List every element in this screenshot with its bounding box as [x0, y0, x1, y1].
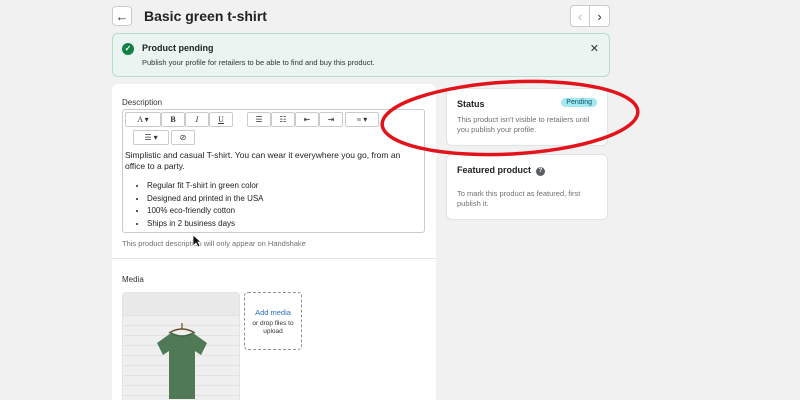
list-item: 100% eco-friendly cotton: [147, 205, 422, 218]
clear-format-button[interactable]: ⊘: [171, 130, 195, 145]
numbered-list-button[interactable]: ☷: [271, 112, 295, 127]
status-text: This product isn't visible to retailers …: [457, 115, 590, 134]
featured-title-text: Featured product: [457, 165, 532, 175]
previous-product-button[interactable]: ‹: [570, 5, 590, 27]
align-dropdown-button[interactable]: ≡ ▾: [345, 112, 379, 127]
question-circle-icon[interactable]: ?: [536, 167, 546, 176]
close-icon[interactable]: ✕: [590, 42, 599, 55]
back-button[interactable]: ←: [112, 6, 132, 26]
description-paragraph: Simplistic and casual T-shirt. You can w…: [125, 150, 401, 171]
chevron-left-icon: ‹: [577, 8, 583, 24]
status-card: Status Pending This product isn't visibl…: [446, 88, 608, 146]
description-help-text: This product description will only appea…: [122, 239, 306, 248]
chevron-right-icon: ›: [597, 8, 602, 24]
description-label: Description: [122, 98, 163, 107]
product-image[interactable]: [122, 292, 240, 400]
description-bullet-list: Regular fit T-shirt in green color Desig…: [147, 180, 422, 230]
featured-text: To mark this product as featured, first …: [457, 189, 581, 208]
arrow-left-icon: ←: [115, 8, 129, 24]
outdent-button[interactable]: ⇤: [295, 112, 319, 127]
underline-button[interactable]: U: [209, 112, 233, 127]
list-item: Designed and printed in the USA: [147, 193, 422, 206]
banner-title: Product pending: [142, 43, 214, 53]
media-drop-zone[interactable]: Add media or drop files to upload: [244, 292, 302, 350]
next-product-button[interactable]: ›: [590, 5, 610, 27]
italic-button[interactable]: I: [185, 112, 209, 127]
product-details-card: Description A ▾ B I U ☰ ☷ ⇤ ⇥ ≡ ▾ ☰ ▾ ⊘ …: [112, 84, 436, 400]
more-dropdown-button[interactable]: ☰ ▾: [133, 130, 169, 145]
check-circle-icon: ✓: [122, 43, 134, 55]
indent-button[interactable]: ⇥: [319, 112, 343, 127]
bold-button[interactable]: B: [161, 112, 185, 127]
pagination: ‹ ›: [570, 5, 610, 27]
font-dropdown-button[interactable]: A ▾: [125, 112, 161, 127]
list-item: Regular fit T-shirt in green color: [147, 180, 422, 193]
bullet-list-button[interactable]: ☰: [247, 112, 271, 127]
banner-message: Publish your profile for retailers to be…: [142, 58, 375, 67]
description-editor[interactable]: A ▾ B I U ☰ ☷ ⇤ ⇥ ≡ ▾ ☰ ▾ ⊘ Simplistic a…: [122, 109, 425, 233]
page-header: ← Basic green t-shirt ‹ ›: [112, 4, 610, 28]
page-title: Basic green t-shirt: [144, 8, 267, 24]
pending-banner: ✓ Product pending Publish your profile f…: [112, 33, 610, 77]
status-title: Status: [457, 99, 485, 109]
status-badge: Pending: [561, 98, 597, 107]
mouse-cursor-icon: [192, 234, 202, 248]
section-divider: [112, 258, 436, 259]
featured-title: Featured product?: [457, 165, 546, 176]
editor-content[interactable]: Simplistic and casual T-shirt. You can w…: [123, 150, 424, 230]
featured-product-card: Featured product? To mark this product a…: [446, 154, 608, 220]
tshirt-photo: [151, 323, 213, 400]
list-item: Ships in 2 business days: [147, 218, 422, 231]
drop-files-text: or drop files to upload: [252, 320, 294, 335]
add-media-link[interactable]: Add media: [245, 308, 301, 317]
media-label: Media: [122, 275, 144, 284]
